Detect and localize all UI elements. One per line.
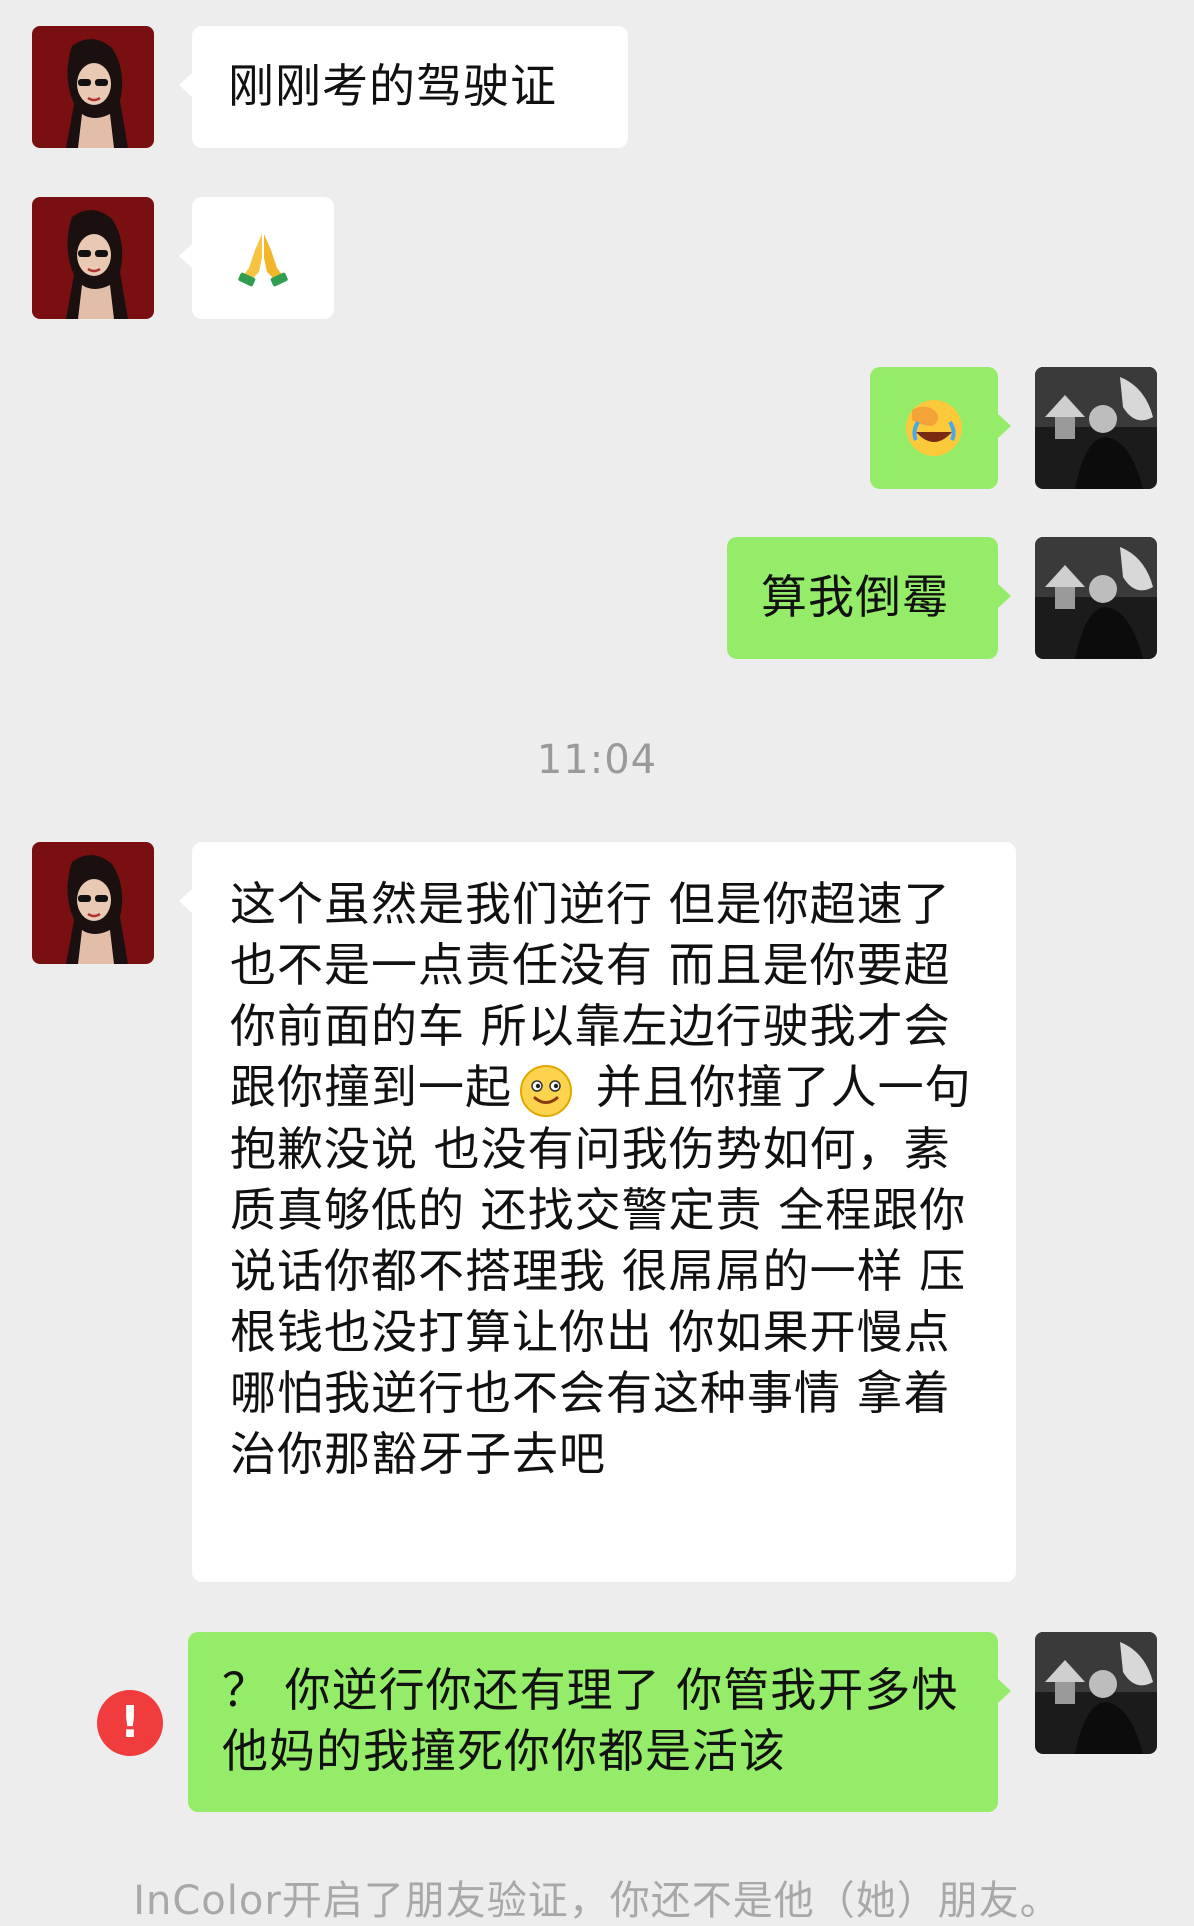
message-bubble-sent[interactable]	[870, 367, 1011, 489]
message-text: 算我倒霉	[761, 570, 949, 624]
slight-smile-icon	[520, 1064, 572, 1117]
contact-avatar[interactable]	[32, 842, 154, 964]
message-bubble-received[interactable]: 这个虽然是我们逆行 但是你超速了 也不是一点责任没有 而且是你要超你前面的车 所…	[179, 842, 1016, 1582]
message-bubble-sent[interactable]: ？ 你逆行你还有理了 你管我开多快 他妈的我撞死你你都是活该	[188, 1632, 1011, 1812]
self-avatar[interactable]	[1035, 1632, 1157, 1754]
bubble-tail	[997, 413, 1011, 439]
message-bubble-received[interactable]: 刚刚考的驾驶证	[179, 26, 628, 148]
timestamp: 11:04	[536, 737, 658, 783]
message-text: 刚刚考的驾驶证	[228, 59, 557, 113]
self-avatar[interactable]	[1035, 367, 1157, 489]
facepalm-laugh-icon	[906, 400, 962, 456]
bubble-tail	[179, 72, 193, 98]
message-text: 这个虽然是我们逆行 但是你超速了 也不是一点责任没有 而且是你要超你前面的车 所…	[230, 874, 978, 1485]
message-text-part: 并且你撞了人一句抱歉没说 也没有问我伤势如何，素质真够低的 还找交警定责 全程跟…	[230, 1060, 972, 1481]
self-avatar[interactable]	[1035, 537, 1157, 659]
bubble-tail	[997, 583, 1011, 609]
chat-window: 刚刚考的驾驶证 算我倒霉 11:04 这个虽然是我们逆行 但是你超速了 也不是一…	[0, 0, 1194, 1924]
bubble-tail	[179, 243, 193, 269]
bubble-tail	[179, 888, 193, 914]
message-bubble-sent[interactable]: 算我倒霉	[727, 537, 1011, 659]
folded-hands-icon	[238, 234, 288, 287]
contact-avatar[interactable]	[32, 26, 154, 148]
message-text: ？ 你逆行你还有理了 你管我开多快 他妈的我撞死你你都是活该	[222, 1663, 959, 1778]
contact-avatar[interactable]	[32, 197, 154, 319]
bubble-tail	[997, 1678, 1011, 1704]
message-bubble-received[interactable]	[179, 197, 334, 319]
send-failed-icon[interactable]: !	[97, 1690, 163, 1756]
system-note: InColor开启了朋友验证，你还不是他（她）朋友。	[133, 1878, 1061, 1924]
